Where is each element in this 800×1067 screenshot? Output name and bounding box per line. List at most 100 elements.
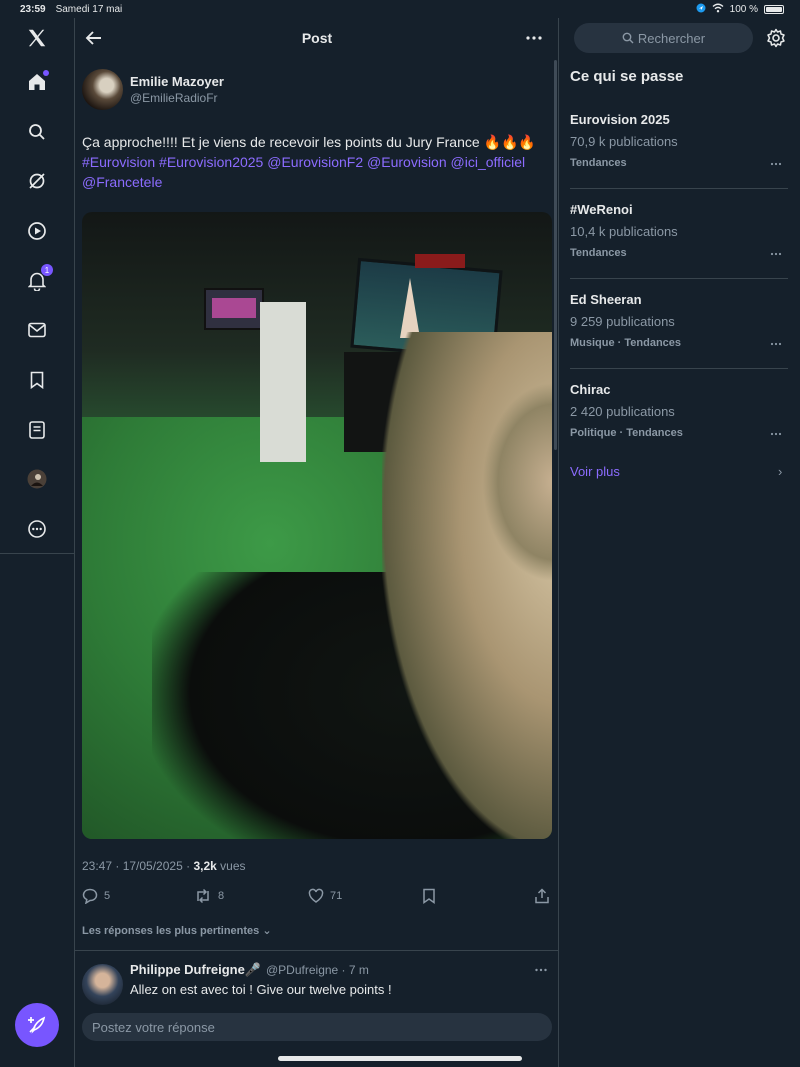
replies-sort-dropdown[interactable]: Les réponses les plus pertinentes ⌄ [82,924,272,937]
bookmark-button[interactable] [422,888,436,904]
trend-count: 70,9 k publications [570,134,678,149]
x-logo-icon[interactable] [24,25,50,51]
reply-author-handle[interactable]: @PDufreigne · 7 m [266,963,369,977]
share-icon [535,888,549,904]
search-icon [622,32,634,44]
reply-input[interactable]: Postez votre réponse [82,1013,552,1041]
profile-avatar-icon[interactable] [24,466,50,492]
mention-francetele[interactable]: @Francetele [82,174,162,190]
chevron-right-icon: › [778,464,783,479]
author-handle[interactable]: @EmilieRadioFr [130,91,218,105]
replies-sort-label: Les réponses les plus pertinentes [82,925,260,937]
explore-search-icon[interactable] [24,119,50,145]
post-views-count: 3,2k [193,859,217,873]
repost-icon [197,888,209,904]
post-meta: 23:47 · 17/05/2025 · 3,2k vues [82,859,246,873]
reply-count: 5 [104,890,111,902]
post-photo[interactable] [82,212,552,839]
trend-category: Musique · Tendances [570,337,682,349]
photo-eiffel-tower [400,278,420,338]
status-time: 23:59 [20,3,46,15]
post-text: Ça approche!!!! Et je viens de recevoir … [82,132,554,192]
status-right: 100 % [696,3,784,16]
notifications-bell-icon[interactable]: 1 [24,264,53,294]
trend-more-icon[interactable] [770,423,782,441]
hashtag-eurovision[interactable]: #Eurovision [82,154,155,170]
post-actions: 5 8 71 [82,888,552,908]
more-horizontal-icon[interactable] [525,29,543,47]
reply-author-name[interactable]: Philippe Dufreigne🎤 [130,962,261,978]
battery-label: 100 % [729,3,758,15]
heart-icon [308,888,324,903]
battery-icon [764,4,784,14]
compose-post-button[interactable] [15,1003,59,1047]
lists-icon[interactable] [24,417,50,443]
notifications-badge: 1 [41,264,53,276]
trend-title: Eurovision 2025 [570,112,670,127]
reply-more-horizontal-icon[interactable] [534,963,548,982]
scrollbar[interactable] [554,60,557,450]
trend-more-icon[interactable] [770,333,782,351]
share-button[interactable] [534,888,550,904]
reply-button[interactable]: 5 [82,888,110,904]
more-options-circle-icon[interactable] [24,516,50,542]
reply-text: Allez on est avec toi ! Give our twelve … [130,982,392,997]
bookmarks-icon[interactable] [24,367,50,393]
post-text-body: Ça approche!!!! Et je viens de recevoir … [82,134,536,150]
trend-more-icon[interactable] [770,243,782,261]
reply-input-placeholder: Postez votre réponse [92,1020,215,1035]
photo-sign [415,254,465,268]
photo-monitor [204,288,264,330]
trend-category: Tendances [570,247,627,259]
mention-ici-officiel[interactable]: @ici_officiel [451,154,526,170]
trend-item[interactable]: Ed Sheeran 9 259 publications Musique · … [570,292,788,382]
trend-item[interactable]: #WeRenoi 10,4 k publications Tendances [570,202,788,292]
author-avatar[interactable] [82,69,123,110]
mention-eurovision[interactable]: @Eurovision [367,154,447,170]
page-title: Post [301,30,333,46]
photo-pillar [260,302,306,462]
photo-person-face [482,382,552,582]
trend-title: #WeRenoi [570,202,633,217]
divider [570,278,788,279]
trend-count: 9 259 publications [570,314,675,329]
settings-gear-icon[interactable] [766,28,786,48]
rail-divider [0,553,75,554]
search-placeholder: Rechercher [637,30,706,46]
repost-button[interactable]: 8 [194,888,224,904]
trend-count: 2 420 publications [570,404,675,419]
divider [570,368,788,369]
reply-avatar[interactable] [82,964,123,1005]
author-name[interactable]: Emilie Mazoyer [130,74,224,89]
post-header: Post [75,18,558,58]
reply-bubble-icon [82,888,98,904]
trend-category: Tendances [570,157,627,169]
see-more-link[interactable]: Voir plus [570,464,620,479]
grok-icon[interactable] [24,168,50,194]
home-indicator[interactable] [278,1056,522,1061]
hashtag-eurovision2025[interactable]: #Eurovision2025 [159,154,263,170]
status-date: Samedi 17 mai [55,3,123,15]
post-timestamp[interactable]: 23:47 · 17/05/2025 · [82,859,190,873]
divider [570,188,788,189]
trend-more-icon[interactable] [770,153,782,171]
wifi-icon [712,3,724,16]
home-unread-dot [43,70,49,76]
status-bar: 23:59 Samedi 17 mai 100 % [0,0,800,18]
messages-envelope-icon[interactable] [24,317,50,343]
home-icon[interactable] [24,69,50,95]
trend-item[interactable]: Chirac 2 420 publications Politique · Te… [570,382,788,472]
trends-sidebar: Rechercher Ce qui se passe Eurovision 20… [559,18,800,1067]
chevron-down-icon: ⌄ [262,925,272,937]
bookmark-icon [423,888,435,904]
search-input[interactable]: Rechercher [574,23,753,53]
like-count: 71 [330,890,343,902]
trend-item[interactable]: Eurovision 2025 70,9 k publications Tend… [570,112,788,202]
trend-title: Chirac [570,382,611,397]
repost-count: 8 [218,890,225,902]
mention-eurovisionf2[interactable]: @EurovisionF2 [267,154,363,170]
trend-title: Ed Sheeran [570,292,642,307]
feather-plus-icon [28,1016,46,1034]
like-button[interactable]: 71 [308,888,342,904]
video-play-icon[interactable] [24,218,50,244]
